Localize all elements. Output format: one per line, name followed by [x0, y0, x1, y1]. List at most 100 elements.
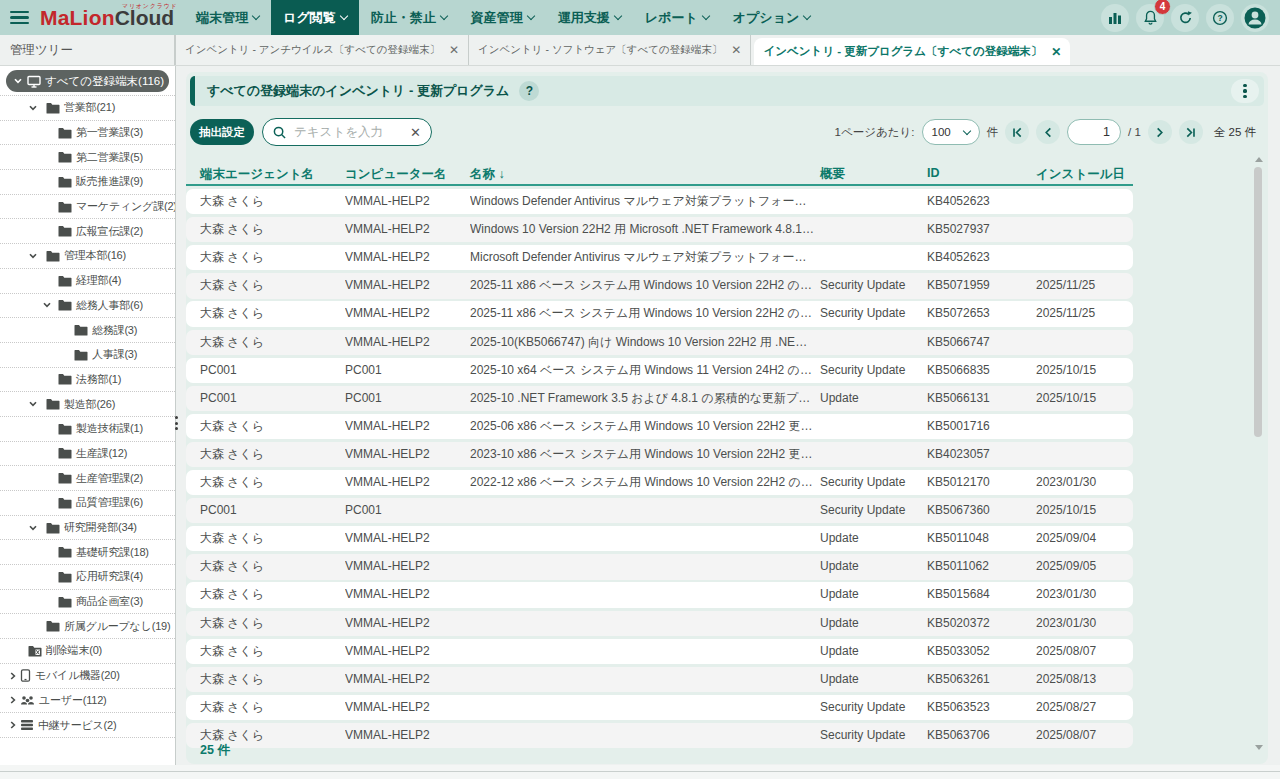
- tree-item-15[interactable]: 生産課(12): [0, 442, 175, 467]
- table-row-13[interactable]: 大森 さくらVMMAL-HELP2UpdateKB50110622025/09/…: [186, 554, 1133, 579]
- tree-item-6[interactable]: 広報宣伝課(2): [0, 219, 175, 244]
- users-icon: [20, 694, 35, 706]
- extract-settings-button[interactable]: 抽出設定: [190, 119, 254, 145]
- help-button[interactable]: ?: [1206, 4, 1234, 32]
- table-row-11[interactable]: PC001PC001Security UpdateKB50673602025/1…: [186, 498, 1133, 523]
- page-number-input[interactable]: [1067, 119, 1121, 145]
- table-row-5[interactable]: 大森 さくらVMMAL-HELP22025-10(KB5066747) 向け W…: [186, 330, 1133, 355]
- next-page-button[interactable]: [1148, 120, 1172, 144]
- scrollbar-down-arrow[interactable]: [1255, 745, 1263, 750]
- cell-id: KB5072653: [927, 301, 1031, 326]
- table-row-9[interactable]: 大森 さくらVMMAL-HELP22023-10 x86 ベース システム用 W…: [186, 442, 1133, 467]
- tree-item-1[interactable]: 営業部(21): [0, 96, 175, 121]
- column-header-id[interactable]: ID: [927, 166, 940, 180]
- table-row-2[interactable]: 大森 さくらVMMAL-HELP2Microsoft Defender Anti…: [186, 245, 1133, 270]
- hamburger-menu-icon[interactable]: [10, 11, 29, 24]
- account-button[interactable]: [1241, 4, 1269, 32]
- logo-ruby-text: マリオンクラウド: [122, 2, 178, 11]
- tab-close-icon[interactable]: ✕: [731, 43, 741, 57]
- nav-item-5[interactable]: レポート: [633, 0, 721, 35]
- table-row-14[interactable]: 大森 さくらVMMAL-HELP2UpdateKB50156842023/01/…: [186, 582, 1133, 607]
- nav-item-0[interactable]: 端末管理: [184, 0, 271, 35]
- nav-item-3[interactable]: 資産管理: [459, 0, 546, 35]
- tree-item-21[interactable]: 商品企画室(3): [0, 590, 175, 615]
- tree-item-12[interactable]: 法務部(1): [0, 368, 175, 393]
- table-row-7[interactable]: PC001PC0012025-10 .NET Framework 3.5 および…: [186, 386, 1133, 411]
- column-header-computer[interactable]: コンピューター名: [345, 166, 446, 183]
- table-row-8[interactable]: 大森 さくらVMMAL-HELP22025-06 x86 ベース システム用 W…: [186, 414, 1133, 439]
- table-row-16[interactable]: 大森 さくらVMMAL-HELP2UpdateKB50330522025/08/…: [186, 639, 1133, 664]
- first-page-button[interactable]: [1005, 120, 1029, 144]
- column-header-name[interactable]: 名称 ↓: [470, 166, 505, 183]
- tree-item-20[interactable]: 応用研究課(4): [0, 565, 175, 590]
- tab-1[interactable]: インベントリ - ソフトウェア〔すべての登録端末〕✕: [469, 35, 751, 65]
- tab-2[interactable]: インベントリ - 更新プログラム〔すべての登録端末〕✕: [754, 38, 1070, 65]
- nav-item-1[interactable]: ログ閲覧: [271, 0, 359, 35]
- cell-computer: VMMAL-HELP2: [345, 414, 465, 439]
- table-row-4[interactable]: 大森 さくらVMMAL-HELP22025-11 x86 ベース システム用 W…: [186, 301, 1133, 326]
- tab-0[interactable]: インベントリ - アンチウイルス〔すべての登録端末〕✕: [176, 35, 469, 65]
- column-header-summary[interactable]: 概要: [820, 166, 845, 183]
- table-row-18[interactable]: 大森 さくらVMMAL-HELP2Security UpdateKB506352…: [186, 695, 1133, 720]
- dashboard-chart-button[interactable]: [1101, 4, 1129, 32]
- total-count-label: 全 25 件: [1214, 125, 1256, 140]
- cell-computer: VMMAL-HELP2: [345, 442, 465, 467]
- cell-summary: Update: [820, 611, 922, 636]
- tree-item-8[interactable]: 経理部(4): [0, 269, 175, 294]
- nav-item-6[interactable]: オプション: [721, 0, 823, 35]
- nav-item-2[interactable]: 防止・禁止: [359, 0, 459, 35]
- title-help-icon[interactable]: ?: [519, 81, 539, 101]
- scrollbar-thumb[interactable]: [1254, 167, 1262, 437]
- table-row-6[interactable]: PC001PC0012025-10 x64 ベース システム用 Windows …: [186, 358, 1133, 383]
- cell-id: KB5027937: [927, 217, 1031, 242]
- tree-item-18[interactable]: 研究開発部(34): [0, 516, 175, 541]
- last-page-button[interactable]: [1179, 120, 1203, 144]
- chevron-down-icon: [614, 11, 622, 19]
- column-header-date[interactable]: インストール日: [1036, 166, 1125, 183]
- sidebar-resize-gripper[interactable]: [172, 416, 181, 430]
- tree-item-11[interactable]: 人事課(3): [0, 343, 175, 368]
- folder-icon: [58, 373, 72, 385]
- tree-item-24[interactable]: モバイル機器(20): [0, 664, 175, 689]
- table-row-17[interactable]: 大森 さくらVMMAL-HELP2UpdateKB50632612025/08/…: [186, 667, 1133, 692]
- search-clear-icon[interactable]: ✕: [410, 126, 421, 139]
- tree-item-9[interactable]: 総務人事部(6): [0, 294, 175, 319]
- table-row-3[interactable]: 大森 さくらVMMAL-HELP22025-11 x86 ベース システム用 W…: [186, 273, 1133, 298]
- tab-close-icon[interactable]: ✕: [1051, 45, 1061, 59]
- prev-page-button[interactable]: [1036, 120, 1060, 144]
- tree-item-19[interactable]: 基礎研究課(18): [0, 540, 175, 565]
- more-options-button[interactable]: [1231, 79, 1259, 103]
- tree-item-16[interactable]: 生産管理課(2): [0, 466, 175, 491]
- table-row-15[interactable]: 大森 さくらVMMAL-HELP2UpdateKB50203722023/01/…: [186, 611, 1133, 636]
- tab-close-icon[interactable]: ✕: [449, 43, 459, 57]
- cell-id: KB5012170: [927, 470, 1031, 495]
- tree-item-25[interactable]: ユーザー(112): [0, 689, 175, 714]
- cell-name: 2025-10(KB5066747) 向け Windows 10 Version…: [470, 330, 814, 355]
- per-page-select[interactable]: 100: [922, 119, 980, 145]
- tree-item-4[interactable]: 販売推進課(9): [0, 170, 175, 195]
- tree-item-5[interactable]: マーケティング課(2): [0, 195, 175, 220]
- tree-item-14[interactable]: 製造技術課(1): [0, 417, 175, 442]
- tree-item-22[interactable]: 所属グループなし(19): [0, 614, 175, 639]
- tree-item-2[interactable]: 第一営業課(3): [0, 121, 175, 146]
- app-logo[interactable]: MaLion Cloud マリオンクラウド: [40, 6, 174, 30]
- tree-item-13[interactable]: 製造部(26): [0, 392, 175, 417]
- refresh-button[interactable]: [1171, 4, 1199, 32]
- column-header-agent[interactable]: 端末エージェント名: [200, 166, 314, 183]
- table-row-1[interactable]: 大森 さくらVMMAL-HELP2Windows 10 Version 22H2…: [186, 217, 1133, 242]
- tree-item-26[interactable]: 中継サービス(2): [0, 713, 175, 738]
- nav-item-4[interactable]: 運用支援: [546, 0, 633, 35]
- tree-item-23[interactable]: 削除端末(0): [0, 639, 175, 664]
- tree-item-3[interactable]: 第二営業課(5): [0, 145, 175, 170]
- tree-item-17[interactable]: 品質管理課(6): [0, 491, 175, 516]
- table-row-12[interactable]: 大森 さくらVMMAL-HELP2UpdateKB50110482025/09/…: [186, 526, 1133, 551]
- tree-item-10[interactable]: 総務課(3): [0, 318, 175, 343]
- tree-item-all-terminals[interactable]: すべての登録端末(116): [6, 70, 169, 92]
- scrollbar-up-arrow[interactable]: [1255, 157, 1263, 162]
- search-input[interactable]: [294, 125, 402, 139]
- table-row-0[interactable]: 大森 さくらVMMAL-HELP2Windows Defender Antivi…: [186, 189, 1133, 214]
- notifications-button[interactable]: 4: [1136, 4, 1164, 32]
- table-row-19[interactable]: 大森 さくらVMMAL-HELP2Security UpdateKB506370…: [186, 723, 1133, 748]
- table-row-10[interactable]: 大森 さくらVMMAL-HELP22022-12 x86 ベース システム用 W…: [186, 470, 1133, 495]
- tree-item-7[interactable]: 管理本部(16): [0, 244, 175, 269]
